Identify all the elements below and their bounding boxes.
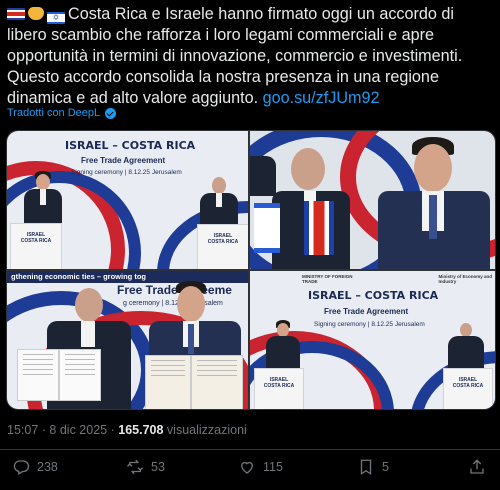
repost-icon (127, 459, 143, 475)
post-body: Costa Rica e Israele hanno firmato oggi … (7, 5, 463, 107)
banner-ceremony-partial: g ceremony | 8.12.25 Jerusalem (123, 300, 223, 307)
translation-attribution[interactable]: Tradotti con DeepL (7, 107, 117, 119)
agreement-document-right-2 (191, 355, 243, 409)
ministry-logos: MINISTRY OF FOREIGN TRADE Ministry of Ec… (302, 274, 492, 284)
bookmark-count: 5 (382, 460, 389, 474)
photo-4[interactable]: MINISTRY OF FOREIGN TRADE Ministry of Ec… (250, 271, 495, 409)
views-label: visualizzazioni (166, 423, 247, 437)
reply-count: 238 (37, 460, 58, 474)
divider (0, 449, 500, 450)
banner-ceremony: Signing ceremony | 8.12.25 Jerusalem (71, 169, 182, 176)
banner-subtitle: Free Trade Agreement (324, 307, 409, 316)
like-button[interactable]: 115 (238, 458, 283, 476)
agreement-document-left-2 (59, 349, 101, 401)
like-count: 115 (263, 460, 283, 474)
israel-flag-desk (254, 203, 280, 253)
banner-title: ISRAEL – COSTA RICA (65, 139, 196, 152)
agreement-document-right (145, 355, 191, 409)
translated-label[interactable]: Tradotti con DeepL (7, 107, 100, 119)
heart-icon (241, 461, 253, 474)
meta-separator: · (110, 423, 115, 437)
podium-left: ISRAEL COSTA RICA (10, 223, 62, 269)
meta-separator: · (41, 423, 46, 437)
banner-title: ISRAEL – COSTA RICA (308, 289, 439, 302)
media-grid: ISRAEL – COSTA RICA Free Trade Agreement… (6, 130, 496, 410)
agreement-document-left (17, 349, 59, 401)
post-text: ✡ Costa Rica e Israele hanno firmato oggi… (7, 4, 495, 109)
post-link[interactable]: goo.su/zfJUm92 (263, 89, 380, 107)
photo-1[interactable]: ISRAEL – COSTA RICA Free Trade Agreement… (7, 131, 248, 269)
banner-subtitle: Free Trade Agreement (81, 156, 166, 165)
share-icon (470, 459, 484, 474)
podium-right: ISRAEL COSTA RICA (443, 368, 493, 409)
reply-icon (13, 460, 30, 475)
repost-button[interactable]: 53 (126, 458, 165, 476)
podium-right: ISRAEL COSTA RICA (197, 224, 248, 269)
share-button[interactable] (468, 458, 486, 476)
photo-3[interactable]: gthening economic ties – growing tog Fre… (7, 271, 248, 409)
israel-flag-icon: ✡ (47, 12, 65, 24)
repost-count: 53 (151, 460, 165, 474)
action-bar: 238 53 115 5 (0, 458, 500, 484)
bookmark-icon (360, 459, 372, 476)
podium-left: ISRAEL COSTA RICA (254, 368, 304, 409)
verified-check-icon (105, 107, 117, 119)
costa-rica-flag-desk (304, 201, 334, 255)
costa-rica-flag-icon (7, 8, 25, 20)
post-time[interactable]: 15:07 (7, 423, 38, 437)
bookmark-button[interactable]: 5 (357, 458, 389, 476)
reply-button[interactable]: 238 (12, 458, 58, 476)
views-count: 165.708 (118, 423, 164, 437)
handshake-icon (28, 7, 44, 20)
photo-2[interactable] (250, 131, 495, 269)
post-meta: 15:07 · 8 dic 2025 · 165.708 visualizzaz… (7, 423, 247, 437)
banner-ceremony: Signing ceremony | 8.12.25 Jerusalem (314, 321, 425, 328)
banner-subtitle-partial: Free Trade Agreeme (117, 283, 232, 297)
banner-strip: gthening economic ties – growing tog (7, 271, 248, 283)
post-date[interactable]: 8 dic 2025 (49, 423, 107, 437)
